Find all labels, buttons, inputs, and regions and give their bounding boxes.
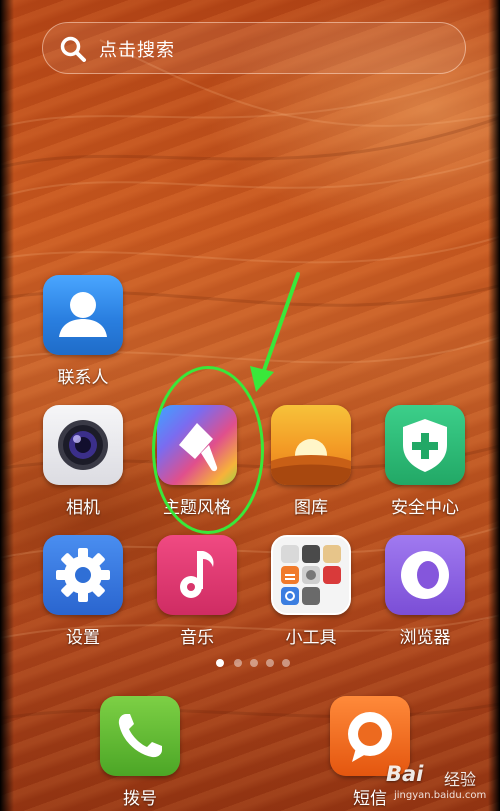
- app-tools-folder[interactable]: 小工具: [263, 535, 359, 648]
- app-browser[interactable]: 浏览器: [377, 535, 473, 648]
- gear-icon: [56, 548, 110, 602]
- app-settings[interactable]: 设置: [35, 535, 131, 648]
- shield-plus-icon: [403, 419, 447, 472]
- app-label: 设置: [66, 628, 100, 648]
- app-dialer[interactable]: 拨号: [92, 696, 188, 809]
- page-dot[interactable]: [266, 659, 274, 667]
- search-label: 点击搜索: [99, 40, 175, 61]
- music-note-icon: [180, 551, 214, 598]
- baidu-jingyan-watermark: Bai 经验 jingyan.baidu.com: [382, 760, 500, 806]
- page-dot[interactable]: [250, 659, 258, 667]
- app-label: 浏览器: [399, 628, 451, 648]
- camera-icon: [58, 420, 108, 470]
- app-security[interactable]: 安全中心: [377, 405, 473, 518]
- home-screen: 点击搜索 联系人 相机 主题风格 图库 安全中心 设置 音乐 小工具 浏览器 拨…: [0, 0, 500, 811]
- search-bar[interactable]: 点击搜索: [42, 22, 466, 74]
- phone-icon: [118, 714, 162, 758]
- contacts-icon: [59, 292, 107, 337]
- page-dot[interactable]: [282, 659, 290, 667]
- app-contacts[interactable]: 联系人: [35, 275, 131, 388]
- watermark-product: 经验: [444, 770, 477, 789]
- browser-ring-icon: [401, 551, 449, 599]
- watermark-url: jingyan.baidu.com: [394, 790, 487, 801]
- page-dot-active[interactable]: [216, 659, 224, 667]
- app-music[interactable]: 音乐: [149, 535, 245, 648]
- app-label: 拨号: [123, 789, 157, 809]
- app-label: 音乐: [180, 628, 214, 648]
- app-label: 图库: [294, 498, 328, 518]
- page-dot[interactable]: [234, 659, 242, 667]
- tools-folder-icon: [281, 545, 341, 605]
- pointer-arrow: [250, 272, 300, 392]
- watermark-brand: Bai: [386, 762, 424, 786]
- app-label: 相机: [66, 498, 100, 518]
- search-icon: [60, 36, 86, 62]
- app-label: 小工具: [285, 628, 337, 648]
- app-label: 安全中心: [391, 498, 459, 518]
- app-camera[interactable]: 相机: [35, 405, 131, 518]
- app-label: 联系人: [57, 368, 109, 388]
- sunset-icon: [271, 439, 351, 485]
- app-gallery[interactable]: 图库: [263, 405, 359, 518]
